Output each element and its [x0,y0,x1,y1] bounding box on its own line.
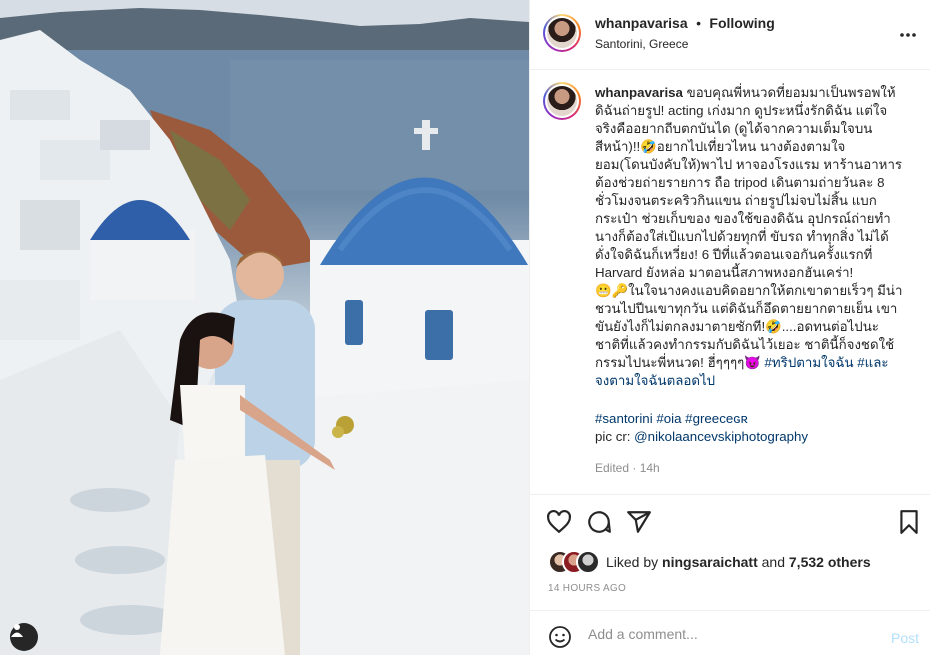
caption-line: นางก็ต้องใส่เป้แบกไปด้วยทุกที่ ขับรถ ทำท… [595,229,889,244]
caption-line: ขอบคุณพี่หนวดที่ยอมมาเป็นพรอพให้ [686,85,896,100]
user-tag-button[interactable] [10,623,38,651]
comment-input[interactable] [586,621,880,647]
more-horizontal-icon [900,33,916,37]
emoji-button[interactable] [548,625,572,654]
caption-line: จริงคืออยากถีบตกบันได (ดูได้จากความเต็มใ… [595,121,873,136]
likes-count-link[interactable]: 7,532 others [789,554,871,570]
heart-icon [547,509,571,534]
bookmark-icon [900,510,918,534]
author-avatar[interactable] [543,14,581,52]
comment-bar: Post [530,610,930,656]
header-title-row: whanpavarisa • Following [595,15,775,33]
caption-line: ขันยังไงก็ไม่ตกลงมาตายซักที!🤣....อดทนต่อ… [595,319,879,334]
caption-author-avatar[interactable] [543,82,581,120]
liker-username-link[interactable]: ningsaraichatt [662,554,758,570]
hashtag-links[interactable]: #santorini #oia #greeceɢʀ [595,410,913,428]
likes-summary: Liked by ningsaraichatt and 7,532 others [548,550,928,574]
follow-status-button[interactable]: Following [709,15,774,31]
santorini-scene [0,0,529,655]
share-icon [627,511,651,533]
separator-dot: • [696,15,701,31]
caption-hashtag-link[interactable]: จงตามใจฉันตลอดไป [595,372,913,390]
caption-line: ดิฉันถ่ายรูป! acting เก่งมาก ดูประหนึ่งร… [595,103,888,118]
caption-line: ชาติที่แล้วคงทำกรรมกับดิฉันไว้เยอะ ชาติน… [595,337,895,352]
comment-button[interactable] [586,509,612,535]
caption-line: ต้องช่วยถ่ายรายการ ถือ tripod เดินตามถ่า… [595,175,885,190]
liked-by-middle: and [757,554,789,570]
hashtags-block: #santorini #oia #greeceɢʀ pic cr: @nikol… [595,410,913,446]
post-comment-button[interactable]: Post [891,630,919,646]
caption-line: กรรมไปนะพี่หนวด! ฮี่ๆๆๆๆ😈 [595,355,761,370]
caption-line: ยอม(โดนบังคับให้)พาไป หาจองโรงแรม หาร้าน… [595,157,903,172]
caption-line: 😬🔑ในใจนางคงแอบคิดอยากให้ตกเขาตายเร็วๆ มี… [595,283,903,298]
liked-by-text: Liked by ningsaraichatt and 7,532 others [606,554,871,570]
liker-avatar[interactable] [576,550,600,574]
comment-icon [588,511,611,533]
caption-hashtag-link[interactable]: #ทริปตามใจฉัน #และ [765,355,889,370]
caption-line: สีหน้า)!!🤣อยากไปเที่ยวไหน นางต้องตามใจ [595,139,846,154]
like-button[interactable] [546,509,572,535]
credit-prefix: pic cr: [595,429,635,444]
liked-by-prefix: Liked by [606,554,663,570]
caption-line: Harvard ยังหล่อ มาตอนนี้สภาพหงอกฮันเคร่า… [595,265,854,280]
more-options-button[interactable] [899,22,917,43]
caption-line: ดั่งใจดิฉันก็เหวี่ยง! 6 ปีที่แล้วตอนเจอก… [595,247,873,262]
post-details-panel: whanpavarisa • Following Santorini, Gree… [529,0,930,655]
credit-handle-link[interactable]: @nikolaancevskiphotography [634,429,808,444]
post-header: whanpavarisa • Following Santorini, Gree… [530,0,930,70]
post-time-ago[interactable]: 14 HOURS AGO [548,583,626,594]
share-button[interactable] [626,509,652,535]
emoji-icon [549,626,571,648]
caption-section: whanpavarisa ขอบคุณพี่หนวดที่ยอมมาเป็นพร… [530,70,930,495]
caption-line: กระเป๋า ช่วยเก็บของ ของใช้ของดิฉัน อุปกร… [595,211,891,226]
user-tag-icon [11,624,23,637]
caption-username[interactable]: whanpavarisa [595,85,683,100]
action-bar [530,505,930,539]
edited-timestamp: Edited · 14h [595,461,660,475]
save-button[interactable] [896,509,922,535]
post-photo[interactable] [0,0,529,655]
author-username[interactable]: whanpavarisa [595,15,688,31]
caption-line: ชั่วโมงจนตระคริวกินแขน ถ่ายรูปไม่จบไม่สิ… [595,193,877,208]
caption-line: ชวนไปปีนเขาทุกวัน แต่ดิฉันก็อึดตายยากตาย… [595,301,898,316]
post-location[interactable]: Santorini, Greece [595,37,688,51]
post-caption: whanpavarisa ขอบคุณพี่หนวดที่ยอมมาเป็นพร… [595,84,913,390]
